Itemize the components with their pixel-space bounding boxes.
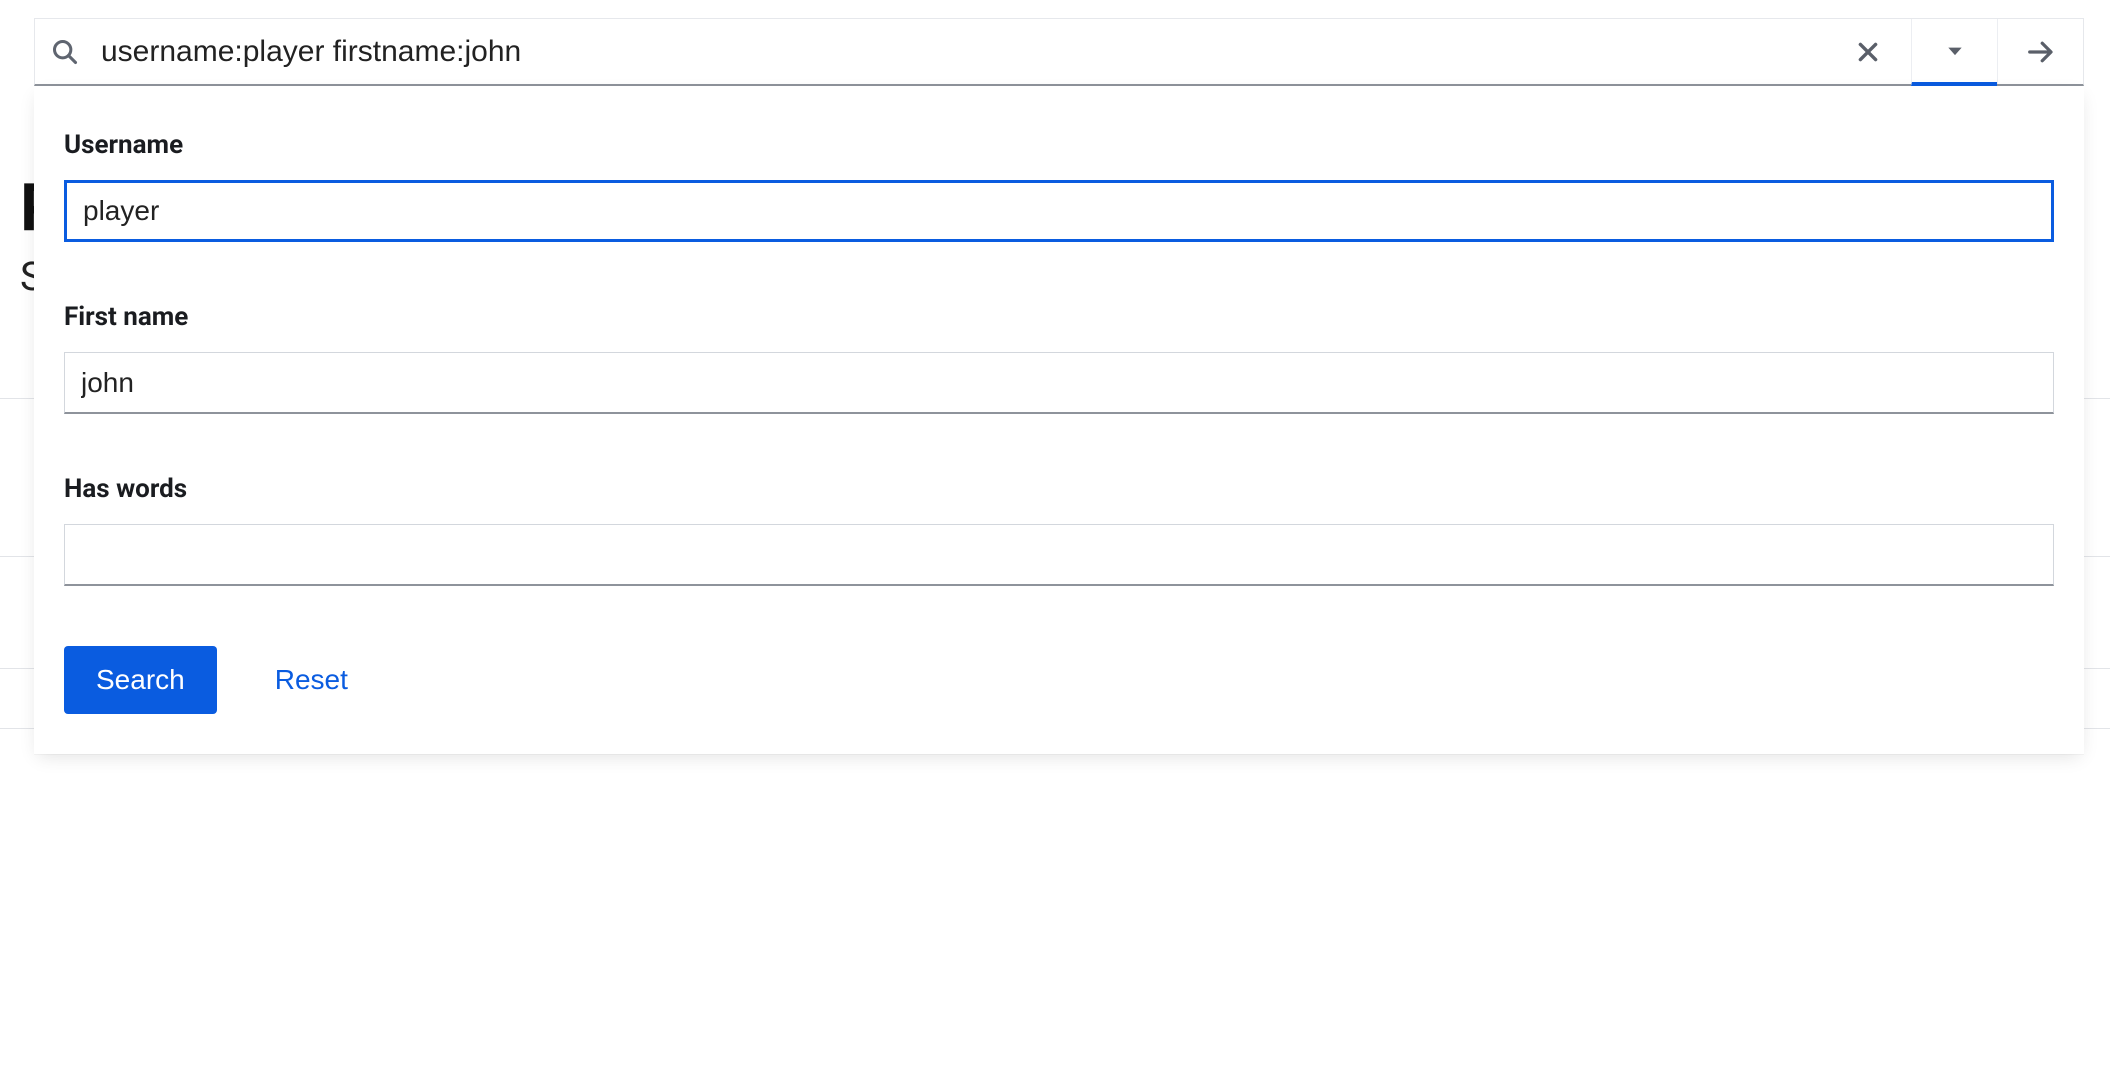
search-input[interactable]	[95, 19, 1825, 84]
firstname-label: First name	[64, 302, 2054, 332]
advanced-search-panel: Username First name Has words Search Res…	[34, 86, 2084, 754]
username-field-group: Username	[64, 130, 2054, 242]
haswords-label: Has words	[64, 474, 2054, 504]
advanced-search-toggle[interactable]	[1911, 19, 1997, 86]
search-icon	[35, 19, 95, 84]
search-button[interactable]: Search	[64, 646, 217, 714]
arrow-right-icon	[2026, 37, 2056, 67]
username-label: Username	[64, 130, 2054, 160]
caret-down-icon	[1945, 41, 1965, 61]
search-bar	[34, 18, 2084, 86]
clear-button[interactable]	[1825, 19, 1911, 84]
username-input[interactable]	[64, 180, 2054, 242]
haswords-input[interactable]	[64, 524, 2054, 586]
firstname-field-group: First name	[64, 302, 2054, 414]
panel-actions: Search Reset	[64, 646, 2054, 714]
close-icon	[1855, 39, 1881, 65]
submit-search-button[interactable]	[1997, 19, 2083, 84]
reset-button[interactable]: Reset	[275, 664, 348, 696]
firstname-input[interactable]	[64, 352, 2054, 414]
haswords-field-group: Has words	[64, 474, 2054, 586]
